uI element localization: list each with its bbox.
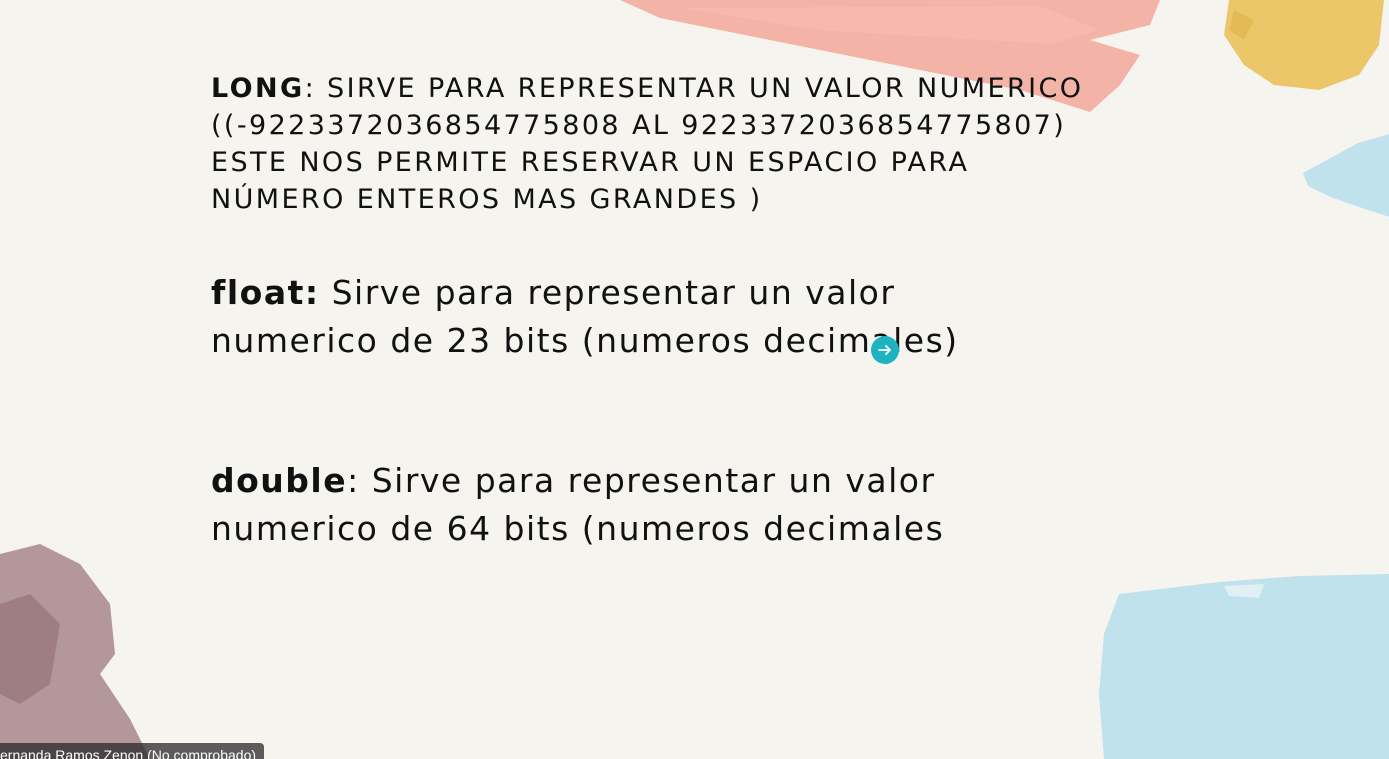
mauve-brush-stroke-decoration — [0, 544, 150, 759]
float-line-1: float: Sirve para representar un valor — [211, 269, 1111, 317]
arrow-right-cursor-icon — [871, 336, 899, 364]
long-type-description: LONG: SIRVE PARA REPRESENTAR UN VALOR NU… — [211, 70, 1211, 218]
long-keyword: LONG — [211, 73, 305, 104]
double-line-1-text: : Sirve para representar un valor — [347, 461, 936, 500]
double-line-1: double: Sirve para representar un valor — [211, 457, 1111, 505]
double-line-2: numerico de 64 bits (numeros decimales — [211, 509, 945, 548]
long-line-1: LONG: SIRVE PARA REPRESENTAR UN VALOR NU… — [211, 70, 1211, 107]
presentation-slide: LONG: SIRVE PARA REPRESENTAR UN VALOR NU… — [0, 0, 1389, 759]
yellow-brush-stroke-decoration — [1224, 0, 1384, 90]
float-keyword: float: — [211, 273, 320, 312]
long-line-4: NÚMERO ENTEROS MAS GRANDES ) — [211, 184, 763, 215]
long-line-1-text: : SIRVE PARA REPRESENTAR UN VALOR NUMERI… — [304, 73, 1084, 104]
double-keyword: double — [211, 461, 348, 500]
long-line-3: ESTE NOS PERMITE RESERVAR UN ESPACIO PAR… — [211, 147, 970, 178]
blue-brush-stroke-bottom-decoration — [1099, 574, 1389, 759]
float-type-description: float: Sirve para representar un valor n… — [211, 269, 1111, 365]
double-type-description: double: Sirve para representar un valor … — [211, 457, 1111, 553]
long-line-2: ((-9223372036854775808 AL 92233720368547… — [211, 110, 1067, 141]
float-line-1-text: Sirve para representar un valor — [319, 273, 896, 312]
blue-brush-stroke-top-decoration — [1303, 134, 1389, 217]
float-line-2: numerico de 23 bits (numeros decimales) — [211, 321, 959, 360]
participant-name-label: ernanda Ramos Zenon (No comprobado) — [0, 743, 265, 759]
